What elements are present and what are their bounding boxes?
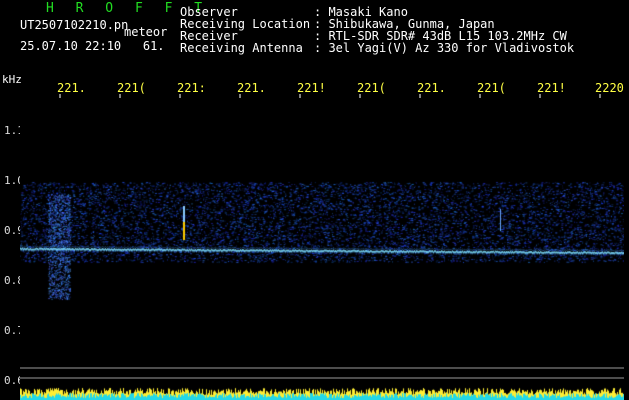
x-tick-label: 221! bbox=[297, 81, 326, 95]
antenna-value: : 3el Yagi(V) Az 330 for Vladivostok bbox=[314, 41, 575, 55]
x-tick-label: 221( bbox=[117, 81, 146, 95]
detection-type-label: meteor bbox=[124, 25, 168, 39]
date-time: 25.07.10 22:10 bbox=[20, 39, 122, 53]
image-filename: UT2507102210.pn bbox=[20, 18, 129, 32]
plot-overlay bbox=[20, 94, 624, 379]
x-tick-label: 221. bbox=[417, 81, 446, 95]
x-tick-label: 221( bbox=[477, 81, 506, 95]
antenna-label: Receiving Antenna bbox=[180, 41, 303, 55]
x-tick-label: 2220 bbox=[595, 81, 624, 95]
date-time-value: 61. bbox=[142, 39, 165, 53]
x-tick-label: 221( bbox=[357, 81, 386, 95]
x-tick-label: 221! bbox=[537, 81, 566, 95]
y-axis-unit: kHz bbox=[2, 73, 22, 86]
x-tick-label: 221. bbox=[57, 81, 86, 95]
spectrogram-plot bbox=[20, 94, 624, 400]
x-tick-label: 221. bbox=[237, 81, 266, 95]
x-tick-label: 221: bbox=[177, 81, 206, 95]
datetime-label: 25.07.10 22:10 61. bbox=[20, 40, 165, 52]
